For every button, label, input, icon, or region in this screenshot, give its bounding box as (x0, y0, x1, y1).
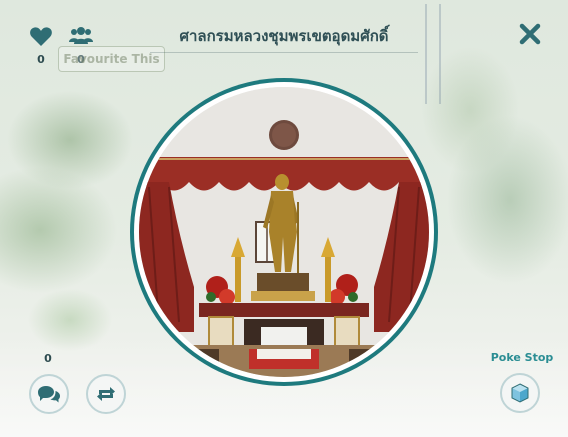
close-button[interactable] (518, 22, 542, 46)
favourite-button[interactable]: Favourite This (58, 46, 165, 72)
pokestop-button[interactable] (500, 373, 540, 413)
like-button[interactable] (28, 24, 54, 48)
likes-count: 0 (37, 53, 45, 66)
cube-icon (511, 383, 529, 403)
close-icon (519, 23, 541, 45)
share-icon (97, 387, 115, 401)
shrine-image (139, 87, 429, 377)
share-button[interactable] (86, 374, 126, 414)
friends-button[interactable] (68, 24, 94, 48)
comments-count: 0 (44, 352, 52, 365)
comment-icon (38, 386, 60, 403)
heart-icon (30, 27, 52, 46)
background-tower (425, 4, 441, 104)
pokestop-label: Poke Stop (490, 351, 554, 364)
location-photo (139, 87, 429, 377)
photo-frame (130, 78, 438, 386)
people-icon (69, 27, 93, 44)
page-title: ศาลกรมหลวงชุมพรเขตอุดมศักดิ์ (150, 24, 418, 53)
comment-button[interactable] (29, 374, 69, 414)
